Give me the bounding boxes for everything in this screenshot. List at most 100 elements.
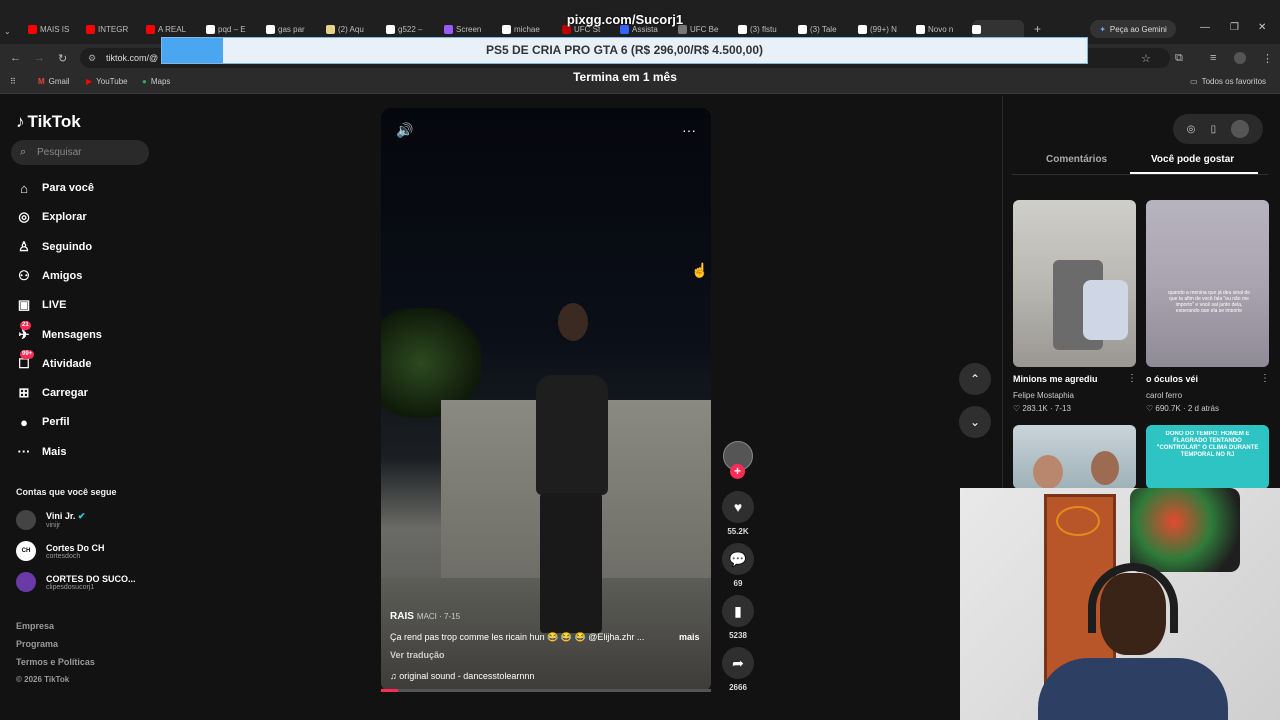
card-date: 2 d atrás [1187, 404, 1220, 413]
donation-goal-deadline: Termina em 1 mês [573, 70, 677, 84]
account-name: Cortes Do CH [46, 542, 105, 553]
comment-count: 69 [733, 579, 743, 588]
suggested-thumbnail[interactable] [1013, 200, 1136, 367]
close-window-icon[interactable]: ✕ [1258, 22, 1266, 33]
account-avatar: CH [16, 541, 36, 561]
tiktok-logo[interactable]: ♪ TikTok [16, 112, 81, 132]
verified-icon: ✔ [75, 511, 86, 521]
video-progress-fill [381, 689, 398, 692]
nav-label: Seguindo [42, 240, 93, 253]
next-video-button[interactable]: ⌄ [959, 406, 991, 438]
card-more-icon[interactable]: ⋮ [1127, 373, 1137, 384]
translate-button[interactable]: Ver tradução [390, 650, 445, 660]
share-count: 2666 [729, 683, 747, 692]
profile-avatar[interactable] [1234, 52, 1246, 64]
tab-suggested[interactable]: Você pode gostar [1151, 154, 1234, 165]
video-sound[interactable]: ♫ original sound - dancesstolearnnn [390, 671, 534, 681]
nav-item-5[interactable]: ✈ 21 Mensagens [16, 320, 102, 343]
thumbnail-overlay-text: quando a menina que já deu sinal de que … [1167, 290, 1250, 312]
suggested-thumbnail[interactable]: quando a menina que já deu sinal de que … [1146, 200, 1269, 367]
tab-comments[interactable]: Comentários [1046, 154, 1107, 165]
video-author[interactable]: RAIS MACI · 7-15 [390, 611, 460, 622]
following-title: Contas que você segue [16, 487, 117, 497]
suggested-thumbnail[interactable] [1013, 425, 1136, 489]
streamer-webcam [960, 488, 1280, 720]
compass-icon: ◎ [18, 209, 30, 225]
footer-link[interactable]: Empresa [16, 621, 54, 631]
like-count: 55.2K [727, 527, 749, 536]
notification-badge: 99+ [20, 349, 35, 359]
activity-icon: ☐ 99+ [18, 349, 35, 371]
forward-icon[interactable]: → [34, 52, 45, 64]
following-account[interactable]: CH Cortes Do CH cortesdoch [16, 541, 105, 561]
comment-button[interactable]: 💬 [722, 543, 754, 575]
video-options-icon[interactable]: ··· [682, 122, 696, 138]
previous-video-button[interactable]: ⌃ [959, 363, 991, 395]
friends-icon: ⚇ [18, 267, 30, 283]
footer-link[interactable]: Programa [16, 639, 58, 649]
video-progress-bar[interactable] [381, 689, 711, 692]
save-button[interactable]: ▮ [722, 595, 754, 627]
site-info-icon: ⚙ [88, 53, 97, 63]
footer-link[interactable]: Termos e Políticas [16, 657, 95, 667]
messages-icon: ✈ 21 [18, 320, 31, 342]
card-author[interactable]: carol ferro [1146, 391, 1182, 400]
nav-label: Amigos [42, 269, 83, 282]
volume-icon[interactable]: 🔊 [396, 122, 413, 139]
footer-link: © 2026 TikTok [16, 675, 70, 684]
following-account[interactable]: Vini Jr. ✔ vinijr [16, 510, 85, 530]
video-dancer [526, 303, 616, 633]
card-more-icon[interactable]: ⋮ [1260, 373, 1270, 384]
card-title[interactable]: o óculos véi [1146, 374, 1198, 384]
account-handle: cortesdoch [46, 552, 81, 560]
caption-more-button[interactable]: mais [679, 632, 700, 642]
profile-icon: ● [20, 414, 28, 430]
following-account[interactable]: CORTES DO SUCO... clipesdosucorj1 [16, 572, 136, 592]
nav-item-1[interactable]: ◎ Explorar [16, 209, 87, 225]
account-handle: vinijr [46, 522, 61, 529]
user-avatar[interactable] [1231, 120, 1250, 138]
back-icon[interactable]: ← [10, 52, 21, 64]
suggested-thumbnail[interactable]: DONO DO TEMPO: HOMEM É FLAGRADO TENTANDO… [1146, 425, 1269, 489]
reload-icon[interactable]: ↻ [58, 52, 67, 65]
card-title[interactable]: Minions me agrediu [1013, 374, 1098, 384]
nav-item-2[interactable]: ♙ Seguindo [16, 239, 92, 255]
nav-item-8[interactable]: ● Perfil [16, 414, 70, 430]
url-text: tiktok.com/@ [106, 53, 159, 63]
card-likes: 283.1K [1022, 404, 1048, 413]
extensions-icon[interactable]: ⧉ [1175, 52, 1183, 65]
bookmark-star-icon[interactable]: ☆ [1141, 52, 1151, 65]
video-player[interactable] [381, 108, 711, 692]
following-icon: ♙ [18, 238, 30, 254]
phone-icon[interactable]: ▯ [1211, 124, 1217, 135]
thumbnail-overlay-text: DONO DO TEMPO: HOMEM É FLAGRADO TENTANDO… [1156, 431, 1259, 458]
like-button[interactable]: ♥ [722, 491, 754, 523]
media-icon[interactable]: ≡ [1210, 52, 1216, 64]
card-date: 7-13 [1054, 404, 1071, 413]
nav-item-0[interactable]: ⌂ Para você [16, 180, 94, 196]
account-handle: clipesdosucorj1 [46, 583, 95, 591]
search-icon: ⌕ [20, 146, 27, 158]
search-placeholder: Pesquisar [37, 147, 82, 158]
account-avatar [16, 510, 36, 530]
card-stats: ♡ 690.7K · 2 d atrás [1146, 404, 1220, 413]
nav-item-3[interactable]: ⚇ Amigos [16, 268, 82, 284]
nav-label: Perfil [42, 416, 70, 429]
card-author[interactable]: Felipe Mostaphia [1013, 391, 1074, 400]
screen: ⌄ MAIS IS INTEGR A REAL pqd – Egas par (2) A… [0, 0, 1280, 720]
live-icon: ▣ [17, 297, 31, 313]
search-input[interactable]: ⌕ Pesquisar [11, 140, 149, 165]
menu-icon[interactable]: ⋮ [1262, 52, 1273, 65]
compass-icon[interactable]: ◎ [1187, 124, 1196, 135]
follow-plus-icon[interactable]: + [730, 464, 745, 479]
nav-item-9[interactable]: ··· Mais [16, 444, 67, 460]
tiktok-icon: ♪ [16, 112, 25, 131]
nav-label: Explorar [42, 211, 87, 224]
nav-item-4[interactable]: ▣ LIVE [16, 297, 67, 313]
share-button[interactable]: ➦ [722, 647, 754, 679]
share-icon: ➦ [732, 654, 744, 671]
nav-label: Atividade [42, 357, 92, 370]
nav-item-7[interactable]: ⊞ Carregar [16, 385, 88, 401]
nav-item-6[interactable]: ☐ 99+ Atividade [16, 349, 92, 372]
panel-toolbar: ◎ ▯ [1173, 114, 1263, 144]
